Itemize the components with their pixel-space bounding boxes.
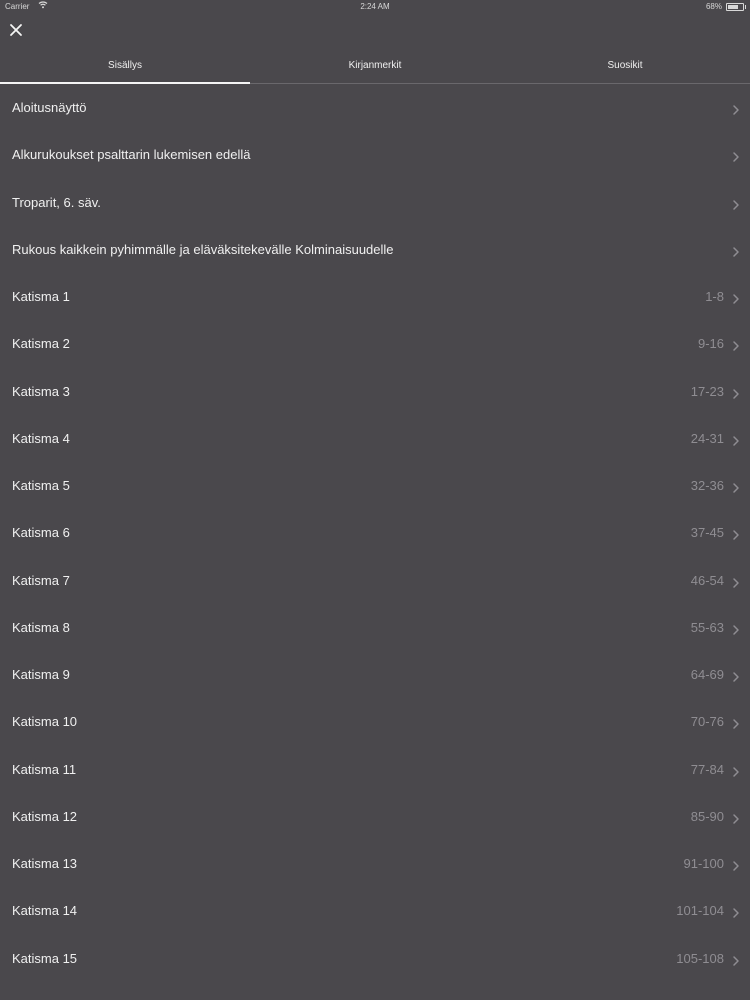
list-item-range: 77-84	[690, 761, 724, 777]
list-item-range: 101-104	[676, 903, 724, 919]
tab-label: Sisällys	[108, 60, 142, 71]
list-item[interactable]: Katisma 3 17-23	[0, 368, 750, 415]
close-icon[interactable]	[6, 19, 26, 41]
list-item-label: Katisma 5	[12, 478, 70, 493]
list-item[interactable]: Katisma 8 55-63	[0, 604, 750, 651]
list-item[interactable]: Troparit, 6. säv.	[0, 179, 750, 226]
list-item[interactable]: Alkurukoukset psalttarin lukemisen edell…	[0, 131, 750, 178]
chevron-right-icon	[732, 576, 740, 588]
list-item-range: 105-108	[676, 950, 724, 966]
list-item-range: 1-8	[705, 289, 724, 304]
chevron-right-icon	[732, 623, 740, 635]
list-item-label: Rukous kaikkein pyhimmälle ja eläväksite…	[12, 241, 394, 257]
list-item-label: Katisma 1	[12, 289, 70, 304]
list-item-label: Aloitusnäyttö	[12, 100, 87, 115]
list-item-label: Katisma 11	[12, 761, 77, 777]
list-item-range: 70-76	[690, 714, 724, 730]
list-item-range: 46-54	[690, 572, 724, 588]
chevron-right-icon	[732, 198, 740, 210]
tab-label: Suosikit	[607, 60, 643, 71]
tab-bar: Sisällys Kirjanmerkit Suosikit	[0, 50, 750, 84]
list-item-label: Katisma 14	[12, 903, 78, 919]
list-item-range: 64-69	[690, 667, 724, 682]
list-item[interactable]: Katisma 7 46-54	[0, 557, 750, 604]
tab-sisallys[interactable]: Sisällys	[0, 50, 250, 84]
list-item-range: 55-63	[690, 619, 724, 635]
list-item-range: 17-23	[690, 383, 724, 399]
chevron-right-icon	[732, 528, 740, 540]
list-item[interactable]: Katisma 1 1-8	[0, 273, 750, 320]
list-item-label: Katisma 9	[12, 667, 70, 682]
status-bar: Carrier 2:24 AM 68%	[0, 0, 750, 14]
chevron-right-icon	[732, 670, 740, 682]
status-time: 2:24 AM	[360, 2, 390, 11]
tab-kirjanmerkit[interactable]: Kirjanmerkit	[250, 50, 500, 83]
list-item-label: Katisma 8	[12, 619, 70, 635]
list-item-range: 37-45	[690, 525, 724, 541]
chevron-right-icon	[732, 765, 740, 777]
tab-label: Kirjanmerkit	[348, 60, 402, 71]
chevron-right-icon	[732, 292, 740, 304]
tab-suosikit[interactable]: Suosikit	[500, 50, 750, 83]
list-item-label: Katisma 12	[12, 808, 78, 824]
list-item[interactable]: Katisma 6 37-45	[0, 509, 750, 556]
list-item-label: Troparit, 6. säv.	[12, 194, 101, 210]
contents-list: Aloitusnäyttö Alkurukoukset psalttarin lu…	[0, 84, 750, 982]
list-item[interactable]: Aloitusnäyttö	[0, 84, 750, 131]
list-item-label: Alkurukoukset psalttarin lukemisen edell…	[12, 147, 251, 163]
list-item-range: 32-36	[690, 478, 724, 493]
chevron-right-icon	[732, 906, 740, 918]
list-item-label: Katisma 15	[12, 950, 78, 966]
chevron-right-icon	[732, 812, 740, 824]
list-item[interactable]: Katisma 10 70-76	[0, 698, 750, 745]
list-item[interactable]: Katisma 11 77-84	[0, 746, 750, 793]
chevron-right-icon	[732, 954, 740, 966]
list-item[interactable]: Katisma 14 101-104	[0, 887, 750, 934]
list-item-label: Katisma 3	[12, 383, 70, 399]
list-item-label: Katisma 2	[12, 336, 70, 352]
chevron-right-icon	[732, 103, 740, 115]
battery-icon	[726, 3, 746, 11]
battery-percent: 68%	[705, 2, 722, 11]
list-item-label: Katisma 7	[12, 572, 70, 588]
list-item-label: Katisma 13	[12, 856, 78, 871]
list-item[interactable]: Katisma 15 105-108	[0, 935, 750, 982]
list-item[interactable]: Katisma 12 85-90	[0, 793, 750, 840]
chevron-right-icon	[732, 339, 740, 351]
list-item[interactable]: Katisma 4 24-31	[0, 415, 750, 462]
chevron-right-icon	[732, 859, 740, 871]
list-item-label: Katisma 6	[12, 525, 70, 541]
list-item-range: 24-31	[690, 430, 724, 446]
chevron-right-icon	[732, 150, 740, 162]
list-item[interactable]: Katisma 5 32-36	[0, 462, 750, 509]
list-item[interactable]: Katisma 13 91-100	[0, 840, 750, 887]
chevron-right-icon	[732, 717, 740, 729]
list-item[interactable]: Rukous kaikkein pyhimmälle ja eläväksite…	[0, 226, 750, 273]
list-item-label: Katisma 4	[12, 430, 70, 446]
chevron-right-icon	[732, 481, 740, 493]
chevron-right-icon	[732, 245, 740, 257]
list-item-range: 91-100	[683, 856, 724, 871]
list-item-range: 85-90	[690, 808, 724, 824]
battery-fill	[728, 5, 738, 9]
list-item-range: 9-16	[697, 336, 724, 352]
chevron-right-icon	[732, 387, 740, 399]
list-item[interactable]: Katisma 2 9-16	[0, 320, 750, 367]
list-item-label: Katisma 10	[12, 714, 78, 730]
chevron-right-icon	[732, 434, 740, 446]
list-item[interactable]: Katisma 9 64-69	[0, 651, 750, 698]
